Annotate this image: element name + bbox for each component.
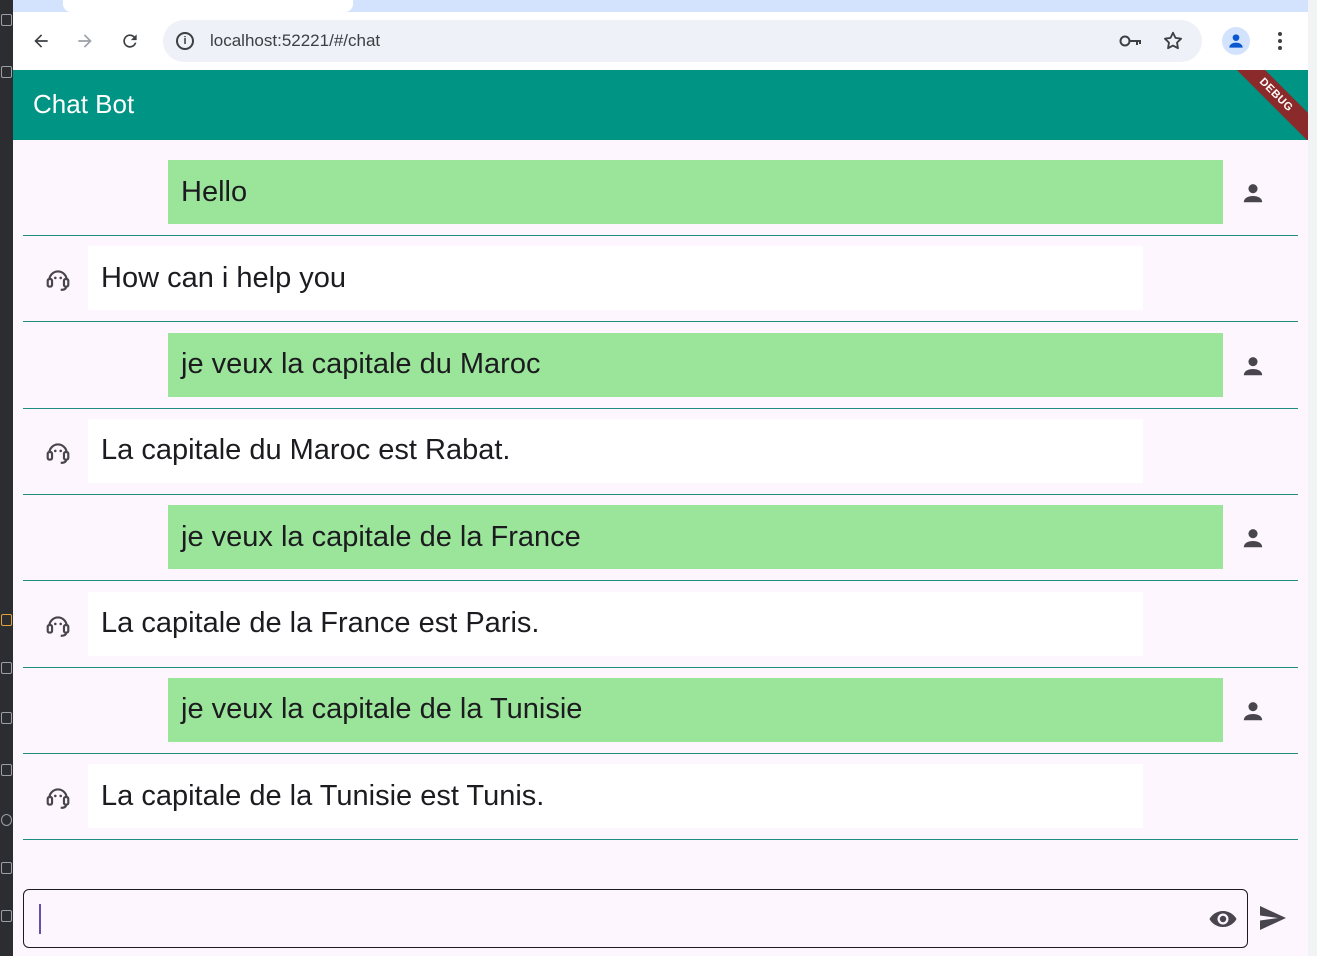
- tab-strip: [13, 0, 1308, 12]
- user-message-text: je veux la capitale de la France: [168, 505, 1223, 570]
- profile-avatar[interactable]: [1222, 27, 1250, 55]
- app-title: Chat Bot: [33, 89, 135, 119]
- forward-button[interactable]: [70, 26, 100, 56]
- support-agent-icon: [45, 784, 71, 810]
- browser-window: i localhost:52221/#/chat Chat Bot DEBUG …: [13, 0, 1308, 956]
- support-agent-icon: [45, 266, 71, 292]
- more-vert-icon: [1278, 32, 1282, 50]
- user-avatar-icon: [1240, 180, 1266, 206]
- reload-icon: [123, 34, 137, 48]
- bot-message-row: La capitale du Maroc est Rabat.: [23, 409, 1298, 495]
- extensions-icon: [1, 66, 12, 78]
- user-message-row: Hello: [23, 150, 1298, 236]
- bot-message-text: La capitale de la France est Paris.: [88, 591, 1143, 656]
- user-message-text: je veux la capitale du Maroc: [168, 332, 1223, 397]
- bot-message-text: How can i help you: [88, 246, 1143, 311]
- url-text[interactable]: localhost:52221/#/chat: [210, 31, 380, 51]
- support-agent-icon: [45, 439, 71, 465]
- window-icon: [1, 14, 12, 26]
- arrow-right-icon: [78, 34, 92, 48]
- user-avatar-icon: [1240, 525, 1266, 551]
- app-bar: Chat Bot DEBUG: [13, 70, 1308, 140]
- bookmark-star-icon[interactable]: [1161, 30, 1185, 52]
- source-control-icon: [1, 910, 12, 922]
- support-agent-icon: [45, 612, 71, 638]
- notification-icon: [1, 614, 12, 626]
- text-caret: [39, 904, 41, 934]
- message-input-field[interactable]: [23, 889, 1248, 948]
- debug-icon: [1, 764, 12, 776]
- run-icon: [1, 662, 12, 674]
- visibility-icon[interactable]: [1208, 907, 1238, 931]
- user-message-row: je veux la capitale de la Tunisie: [23, 668, 1298, 754]
- user-avatar-icon: [1240, 698, 1266, 724]
- back-button[interactable]: [26, 26, 56, 56]
- user-message-text: je veux la capitale de la Tunisie: [168, 677, 1223, 742]
- browser-toolbar: i localhost:52221/#/chat: [13, 12, 1308, 70]
- terminal-icon: [1, 862, 12, 874]
- host-sidebar: [0, 0, 13, 956]
- message-input[interactable]: [42, 898, 1192, 938]
- send-icon[interactable]: [1258, 904, 1288, 932]
- bot-message-text: La capitale de la Tunisie est Tunis.: [88, 764, 1143, 829]
- user-avatar-icon: [1240, 353, 1266, 379]
- user-message-row: je veux la capitale du Maroc: [23, 323, 1298, 409]
- circle-icon: [1, 814, 12, 826]
- address-bar[interactable]: i localhost:52221/#/chat: [163, 20, 1202, 62]
- user-message-text: Hello: [168, 160, 1223, 224]
- host-right-edge: [1308, 0, 1317, 956]
- active-tab[interactable]: [63, 0, 353, 12]
- password-key-icon[interactable]: [1119, 30, 1143, 52]
- bot-message-row: How can i help you: [23, 236, 1298, 323]
- bot-message-text: La capitale du Maroc est Rabat.: [88, 418, 1143, 483]
- bot-message-row: La capitale de la Tunisie est Tunis.: [23, 754, 1298, 841]
- site-info-icon[interactable]: i: [176, 32, 194, 50]
- browser-menu-button[interactable]: [1268, 27, 1292, 55]
- debug-banner: DEBUG: [1219, 70, 1308, 140]
- user-message-row: je veux la capitale de la France: [23, 495, 1298, 582]
- tag-icon: [1, 712, 12, 724]
- reload-button[interactable]: [115, 26, 145, 56]
- chat-list[interactable]: La capitale de la Tunisie est Tunis. je v…: [13, 140, 1308, 956]
- person-icon: [1229, 34, 1243, 48]
- arrow-left-icon: [34, 34, 48, 48]
- bot-message-row: La capitale de la France est Paris.: [23, 582, 1298, 668]
